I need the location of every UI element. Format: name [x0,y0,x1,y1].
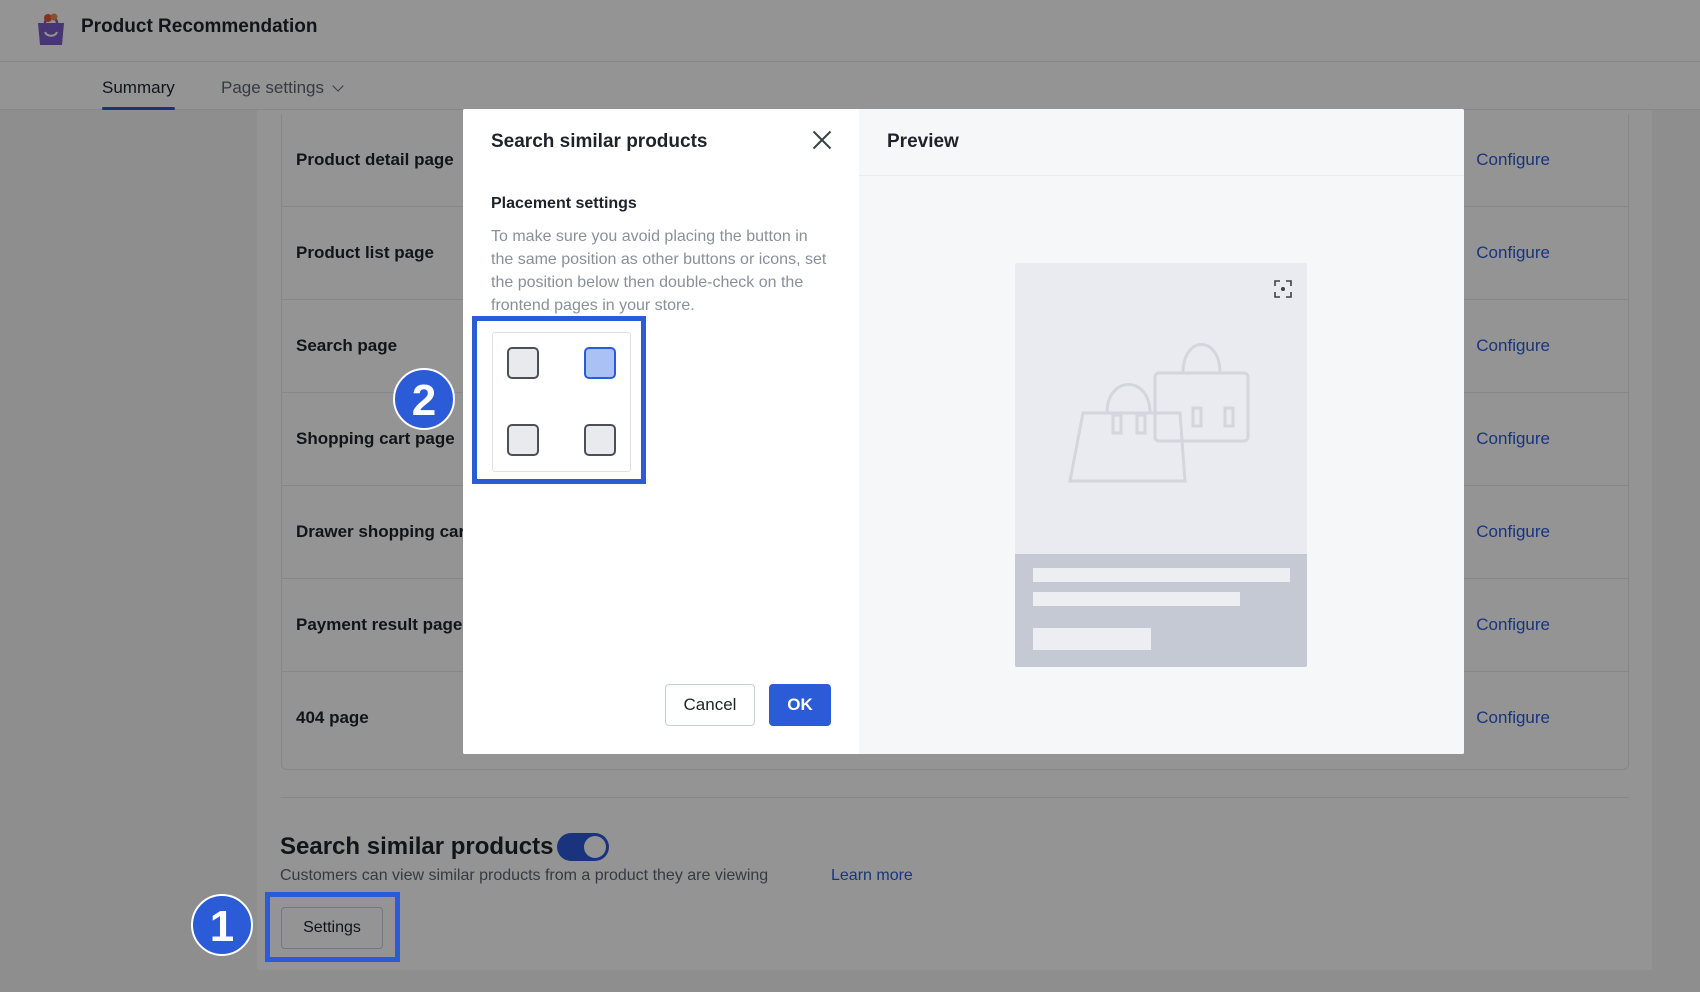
product-info-placeholder [1015,554,1307,667]
ok-button[interactable]: OK [769,684,831,726]
preview-header: Preview [859,109,1464,176]
fullscreen-icon[interactable] [1273,279,1293,299]
close-icon[interactable] [809,127,835,153]
highlight-position-selector [472,316,646,484]
subtitle-placeholder [1033,592,1240,606]
price-placeholder [1033,628,1151,650]
highlight-settings-button [265,892,400,962]
step-1-badge: 1 [191,894,253,956]
preview-panel: Preview [859,109,1464,754]
preview-title: Preview [887,131,959,152]
modal-title: Search similar products [491,131,708,152]
cancel-button[interactable]: Cancel [665,684,755,726]
product-card-preview [1015,263,1307,667]
title-placeholder [1033,568,1290,582]
placement-settings-description: To make sure you avoid placing the butto… [491,228,827,314]
step-2-badge: 2 [393,368,455,430]
placement-settings-title: Placement settings [491,195,637,212]
shopping-bag-icon [1015,263,1307,554]
